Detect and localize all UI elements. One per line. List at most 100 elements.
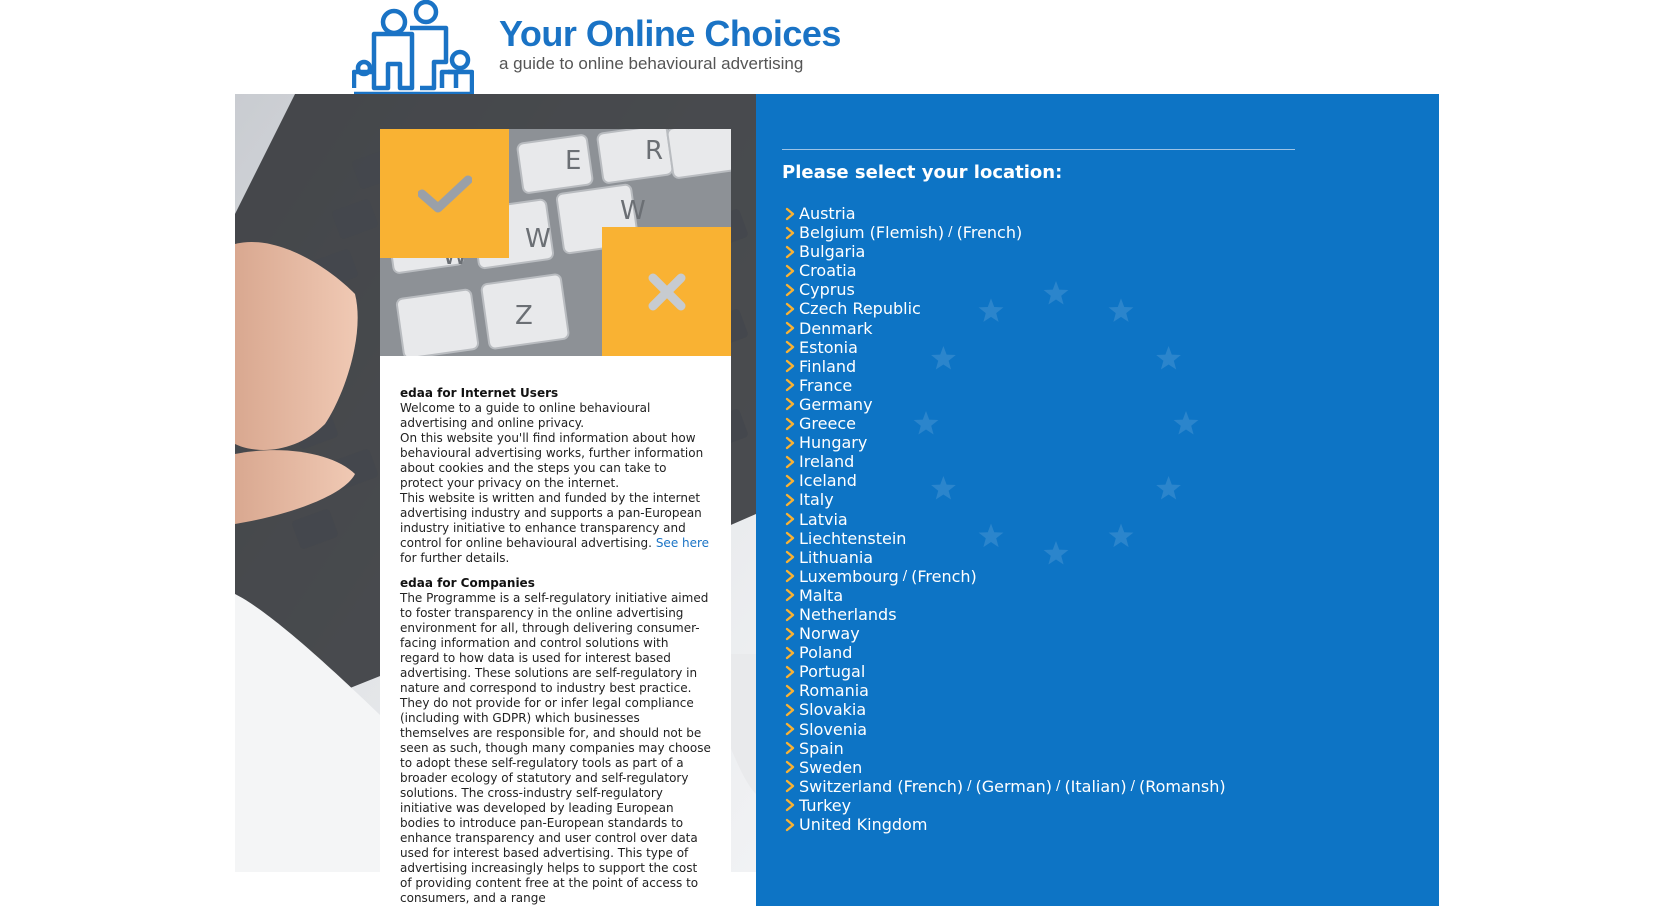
country-link[interactable]: Italy [799,490,834,509]
chevron-right-icon [785,761,795,774]
country-link[interactable]: Iceland [799,471,857,490]
country-item: Luxembourg / (French) [782,567,1226,586]
country-link[interactable]: Poland [799,643,852,662]
country-link[interactable]: Slovenia [799,720,867,739]
country-language-link[interactable]: (Italian) [1064,777,1126,796]
see-here-link[interactable]: See here [656,536,709,550]
country-language-link[interactable]: (French) [957,223,1023,242]
country-link[interactable]: Romania [799,681,869,700]
svg-text:E: E [565,146,581,176]
companies-heading: edaa for Companies [400,576,535,590]
chevron-right-icon [785,321,795,335]
country-link[interactable]: Denmark [799,319,873,338]
chevron-right-icon [785,627,795,640]
country-link[interactable]: Liechtenstein [799,529,906,548]
country-link[interactable]: Luxembourg [799,567,899,586]
chevron-right-icon [785,226,795,239]
chevron-right-icon [785,436,795,449]
country-item: Iceland [782,471,1226,490]
country-link[interactable]: Germany [799,395,873,414]
country-item: Romania [782,681,1226,700]
chevron-right-icon [785,264,795,278]
check-tile [380,129,509,258]
country-language-link[interactable]: (French) [911,567,977,586]
country-item: Malta [782,586,1226,605]
chevron-right-icon [785,703,795,717]
logo-family-icon [352,0,474,96]
users-heading: edaa for Internet Users [400,386,559,400]
feature-image: E R W W W Z [380,129,731,356]
country-link[interactable]: Croatia [799,261,857,280]
country-link[interactable]: Bulgaria [799,242,865,261]
chevron-right-icon [785,646,795,659]
country-item: Latvia [782,510,1226,529]
chevron-right-icon [785,722,795,736]
country-link[interactable]: Czech Republic [799,299,921,318]
country-list: Austria Belgium (Flemish) / (French) Bulgari… [782,204,1226,834]
country-item: Greece [782,414,1226,433]
country-item: France [782,376,1226,395]
country-link[interactable]: Greece [799,414,856,433]
chevron-right-icon [785,360,795,373]
chevron-right-icon [785,665,795,678]
language-separator: / [902,568,908,584]
location-panel: Please select your location: Austria Belg… [756,94,1439,906]
svg-text:R: R [645,136,663,166]
country-link[interactable]: Austria [799,204,856,223]
chevron-right-icon [785,780,795,793]
chevron-right-icon [785,417,795,430]
divider [782,149,1295,150]
country-language-link[interactable]: (Romansh) [1139,777,1226,796]
country-link[interactable]: Finland [799,357,856,376]
country-link[interactable]: Sweden [799,758,862,777]
companies-section: edaa for Companies The Programme is a se… [400,576,711,906]
chevron-right-icon [785,379,795,392]
country-link[interactable]: Estonia [799,338,858,357]
companies-body: The Programme is a self-regulatory initi… [400,591,711,905]
country-link[interactable]: Turkey [799,796,851,815]
country-link[interactable]: Lithuania [799,548,873,567]
country-item: Croatia [782,261,1226,280]
country-item: Cyprus [782,280,1226,299]
country-link[interactable]: Latvia [799,510,848,529]
country-link[interactable]: Malta [799,586,843,605]
chevron-right-icon [785,245,795,258]
country-item: Turkey [782,796,1226,815]
country-link[interactable]: Portugal [799,662,865,681]
language-separator: / [948,225,953,241]
chevron-right-icon [785,799,795,812]
country-link[interactable]: United Kingdom [799,815,927,834]
chevron-right-icon [785,818,795,831]
chevron-right-icon [785,512,795,526]
country-item: Belgium (Flemish) / (French) [782,223,1226,242]
chevron-right-icon [785,302,795,316]
chevron-right-icon [785,474,795,488]
site-title[interactable]: Your Online Choices [499,13,841,55]
chevron-right-icon [785,398,795,411]
country-link[interactable]: Cyprus [799,280,855,299]
country-link[interactable]: Netherlands [799,605,897,624]
country-item: Norway [782,624,1226,643]
country-item: Italy [782,490,1226,509]
chevron-right-icon [785,608,795,621]
svg-text:W: W [525,224,551,254]
chevron-right-icon [785,551,795,564]
country-language-link[interactable]: (German) [975,777,1052,796]
country-link[interactable]: Belgium (Flemish) [799,223,944,242]
chevron-right-icon [785,570,795,583]
country-link[interactable]: France [799,376,852,395]
country-link[interactable]: Hungary [799,433,867,452]
country-item: Poland [782,643,1226,662]
checkmark-icon [417,175,472,212]
country-item: Czech Republic [782,299,1226,318]
chevron-right-icon [785,589,795,602]
country-link[interactable]: Ireland [799,452,854,471]
country-link[interactable]: Switzerland (French) [799,777,963,796]
country-link[interactable]: Slovakia [799,700,866,719]
further-details-text: for further details. [400,551,510,565]
country-item: Estonia [782,338,1226,357]
country-link[interactable]: Norway [799,624,860,643]
country-link[interactable]: Spain [799,739,844,758]
cross-icon [648,273,685,310]
location-title: Please select your location: [782,162,1063,183]
